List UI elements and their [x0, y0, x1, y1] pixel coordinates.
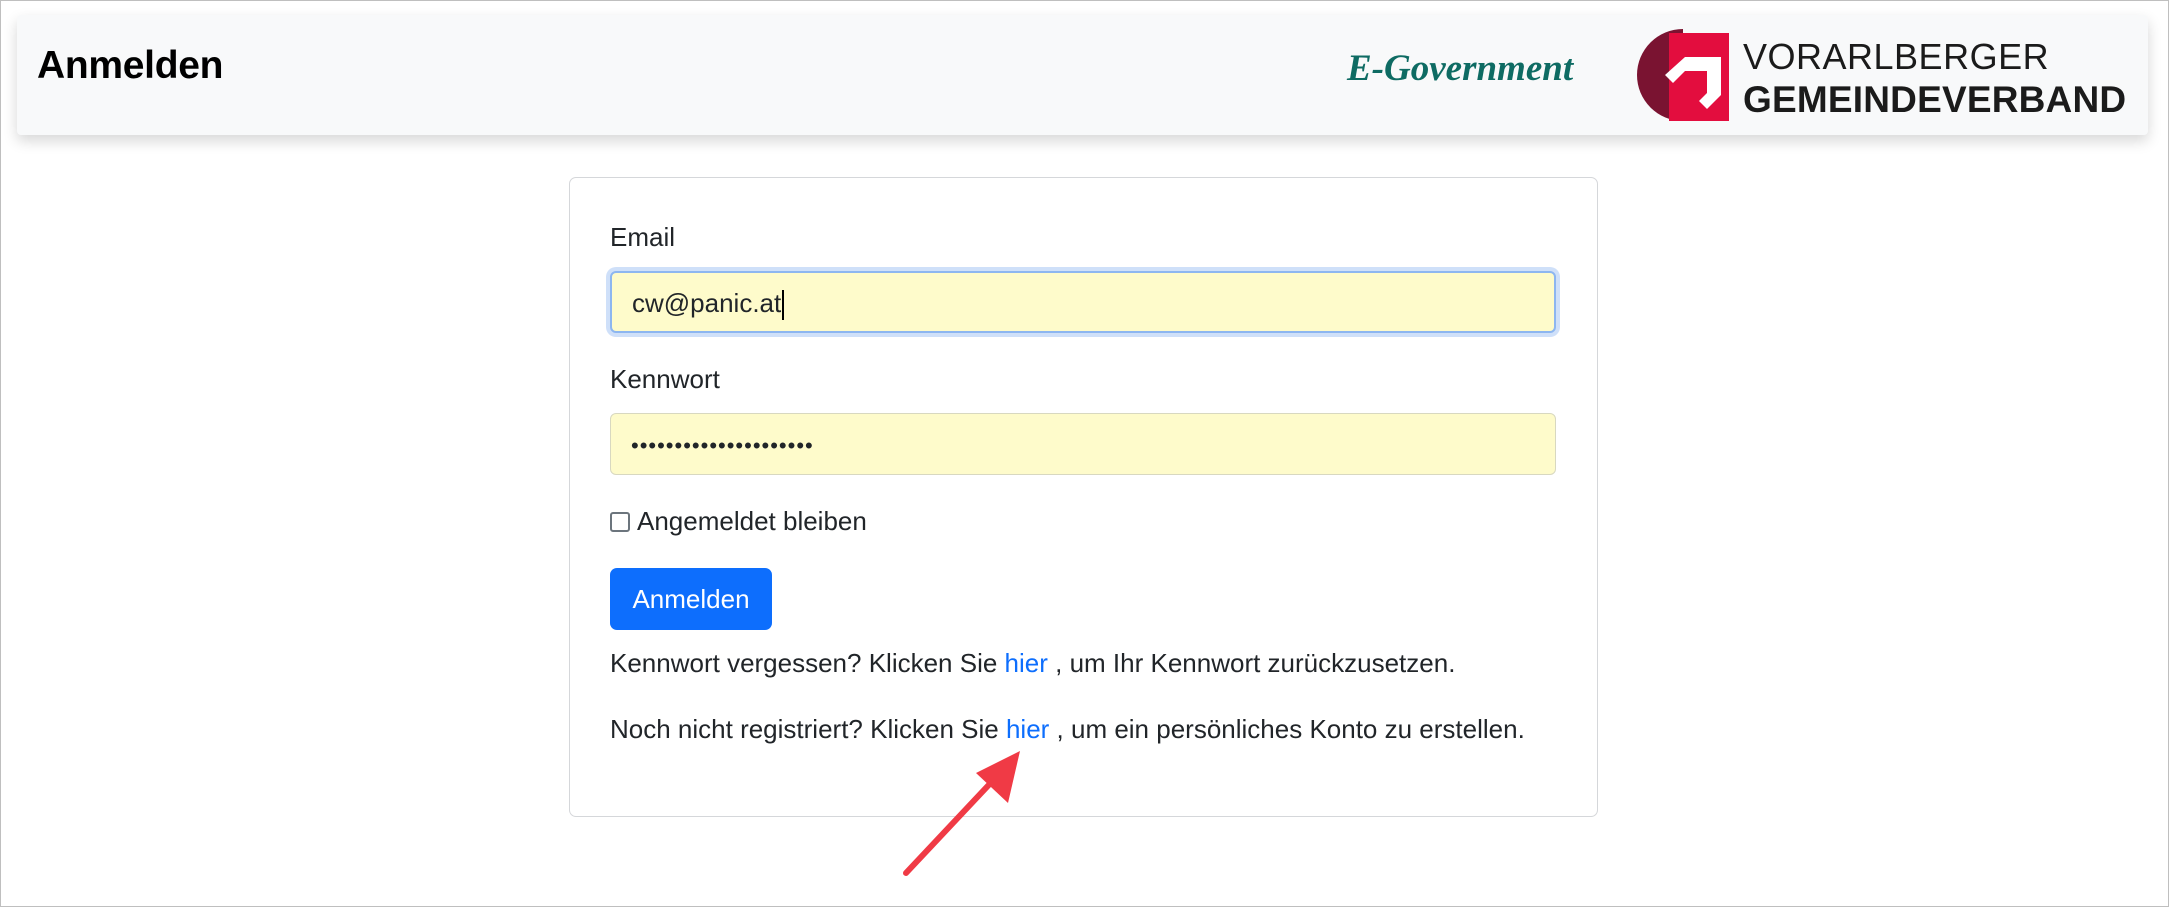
logo-line-2: GEMEINDEVERBAND	[1743, 79, 2127, 120]
text-caret	[782, 290, 785, 321]
page-title: Anmelden	[37, 44, 224, 87]
register-prefix: Noch nicht registriert? Klicken Sie	[610, 714, 1006, 744]
remember-me-label[interactable]: Angemeldet bleiben	[637, 506, 867, 537]
password-label: Kennwort	[610, 364, 720, 394]
email-value: cw@panic.at	[632, 288, 782, 318]
forgot-suffix: , um Ihr Kennwort zurückzusetzen.	[1047, 648, 1456, 678]
forgot-password-text: Kennwort vergessen? Klicken Sie hier , u…	[610, 648, 1455, 679]
remember-me-row[interactable]: Angemeldet bleiben	[610, 506, 867, 537]
email-label: Email	[610, 222, 676, 252]
password-field[interactable]: •••••••••••••••••••••	[610, 413, 1556, 475]
forgot-password-link[interactable]: hier	[1005, 648, 1048, 678]
top-header: Anmelden E-Government VORARLBERGER GEMEI…	[17, 15, 2148, 135]
register-link[interactable]: hier	[1006, 714, 1049, 744]
annotation-arrow-icon	[903, 751, 1020, 876]
gemeindeverband-logo-icon	[1637, 29, 1729, 121]
egov-label: E-Government	[1347, 48, 1574, 89]
logo-wordmark: VORARLBERGER GEMEINDEVERBAND	[1743, 36, 2127, 120]
forgot-prefix: Kennwort vergessen? Klicken Sie	[610, 648, 1005, 678]
remember-me-checkbox[interactable]	[610, 511, 630, 532]
logo-line-1: VORARLBERGER	[1743, 36, 2050, 77]
email-field[interactable]: cw@panic.at	[610, 271, 1556, 333]
login-button[interactable]: Anmelden	[610, 568, 772, 630]
password-value: •••••••••••••••••••••	[631, 433, 814, 458]
register-text: Noch nicht registriert? Klicken Sie hier…	[610, 714, 1525, 745]
register-suffix: , um ein persönliches Konto zu erstellen…	[1049, 714, 1525, 744]
login-card: Email cw@panic.at Kennwort •••••••••••••…	[569, 177, 1598, 817]
